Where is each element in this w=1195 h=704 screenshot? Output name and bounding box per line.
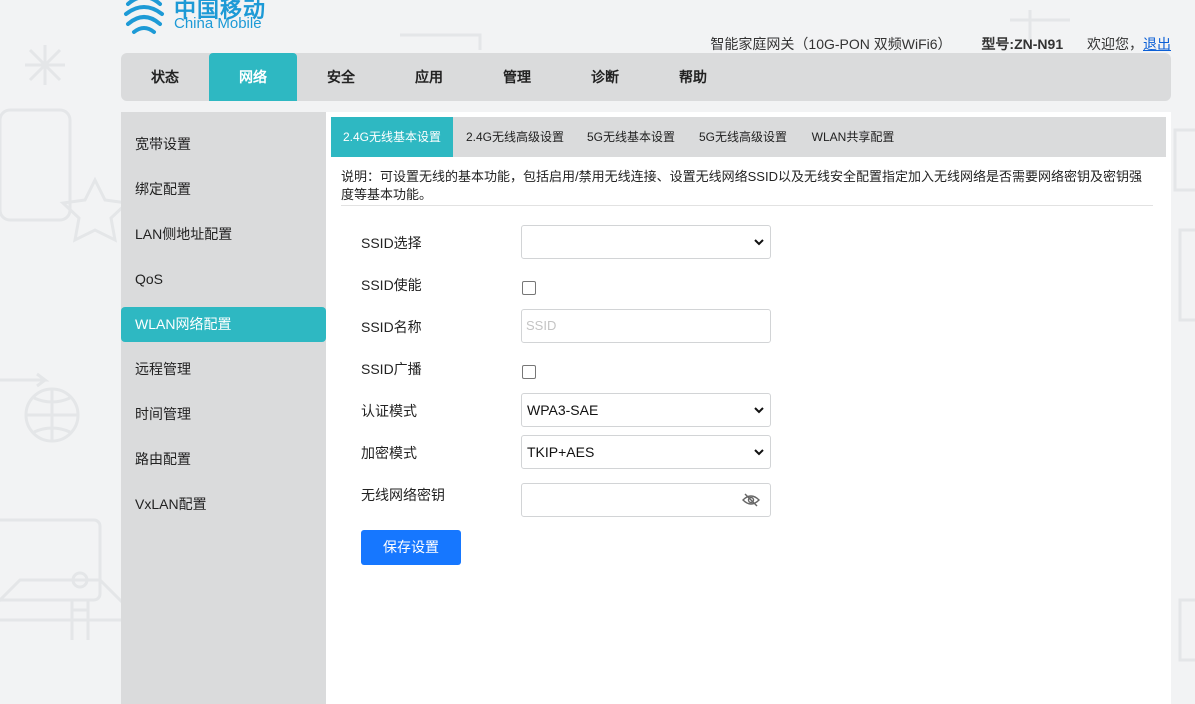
ssid-enable-label: SSID使能 — [361, 277, 422, 293]
main-nav: 状态 网络 安全 应用 管理 诊断 帮助 — [121, 53, 1171, 101]
nav-tab-application[interactable]: 应用 — [385, 53, 473, 101]
subtab-24g-advanced[interactable]: 2.4G无线高级设置 — [459, 117, 571, 157]
china-mobile-logo-icon — [124, 0, 164, 34]
page-description: 说明：可设置无线的基本功能，包括启用/禁用无线连接、设置无线网络SSID以及无线… — [341, 169, 1142, 202]
header-info: 智能家庭网关（10G-PON 双频WiFi6） 型号:ZN-N91 欢迎您，退出 — [710, 34, 1171, 54]
sidebar-item-time-management[interactable]: 时间管理 — [121, 397, 326, 432]
ssid-enable-checkbox[interactable] — [522, 281, 536, 295]
auth-mode-label: 认证模式 — [361, 403, 417, 419]
eye-slash-icon[interactable] — [742, 493, 760, 507]
sidebar: 宽带设置 绑定配置 LAN侧地址配置 QoS WLAN网络配置 远程管理 时间管… — [121, 112, 326, 704]
subtab-5g-advanced[interactable]: 5G无线高级设置 — [693, 117, 793, 157]
logo-text-en: China Mobile — [174, 15, 262, 32]
encryption-mode-value: TKIP+AES — [527, 444, 595, 460]
sidebar-item-wlan[interactable]: WLAN网络配置 — [121, 307, 326, 342]
ssid-broadcast-checkbox[interactable] — [522, 365, 536, 379]
ssid-name-input[interactable]: SSID — [521, 309, 771, 343]
welcome-text: 欢迎您， — [1087, 36, 1143, 52]
chevron-down-icon — [754, 449, 764, 456]
nav-tab-diagnosis[interactable]: 诊断 — [561, 53, 649, 101]
ssid-broadcast-label: SSID广播 — [361, 361, 422, 377]
chevron-down-icon — [754, 407, 764, 414]
divider — [341, 205, 1153, 206]
ssid-name-label: SSID名称 — [361, 319, 422, 335]
device-name: 智能家庭网关（10G-PON 双频WiFi6） — [710, 36, 952, 52]
subtab-24g-basic[interactable]: 2.4G无线基本设置 — [331, 117, 453, 157]
sidebar-item-routing[interactable]: 路由配置 — [121, 442, 326, 477]
logout-link[interactable]: 退出 — [1143, 36, 1171, 52]
main-content: 2.4G无线基本设置 2.4G无线高级设置 5G无线基本设置 5G无线高级设置 … — [326, 112, 1171, 704]
nav-tab-status[interactable]: 状态 — [121, 53, 209, 101]
china-mobile-logo: 中国移动 China Mobile — [120, 0, 280, 36]
encryption-mode-select[interactable]: TKIP+AES — [521, 435, 771, 469]
subtab-5g-basic[interactable]: 5G无线基本设置 — [581, 117, 681, 157]
sidebar-item-binding[interactable]: 绑定配置 — [121, 172, 326, 207]
encryption-mode-label: 加密模式 — [361, 445, 417, 461]
sidebar-item-vxlan[interactable]: VxLAN配置 — [121, 487, 326, 522]
auth-mode-select[interactable]: WPA3-SAE — [521, 393, 771, 427]
wireless-key-input[interactable] — [521, 483, 771, 517]
sidebar-item-broadband[interactable]: 宽带设置 — [121, 127, 326, 162]
sidebar-item-lan-address[interactable]: LAN侧地址配置 — [121, 217, 326, 252]
ssid-select[interactable] — [521, 225, 771, 259]
nav-tab-management[interactable]: 管理 — [473, 53, 561, 101]
nav-tab-network[interactable]: 网络 — [209, 53, 297, 101]
sub-tabs: 2.4G无线基本设置 2.4G无线高级设置 5G无线基本设置 5G无线高级设置 … — [331, 117, 1166, 157]
auth-mode-value: WPA3-SAE — [527, 402, 599, 418]
nav-tab-security[interactable]: 安全 — [297, 53, 385, 101]
wireless-key-label: 无线网络密钥 — [361, 487, 445, 503]
nav-tab-help[interactable]: 帮助 — [649, 53, 737, 101]
sidebar-item-remote-management[interactable]: 远程管理 — [121, 352, 326, 387]
chevron-down-icon — [754, 239, 764, 246]
save-button[interactable]: 保存设置 — [361, 530, 461, 565]
ssid-select-label: SSID选择 — [361, 235, 422, 251]
device-model: 型号:ZN-N91 — [981, 36, 1064, 52]
sidebar-item-qos[interactable]: QoS — [121, 262, 326, 297]
ssid-name-placeholder: SSID — [526, 318, 557, 333]
subtab-wlan-share[interactable]: WLAN共享配置 — [803, 117, 903, 157]
